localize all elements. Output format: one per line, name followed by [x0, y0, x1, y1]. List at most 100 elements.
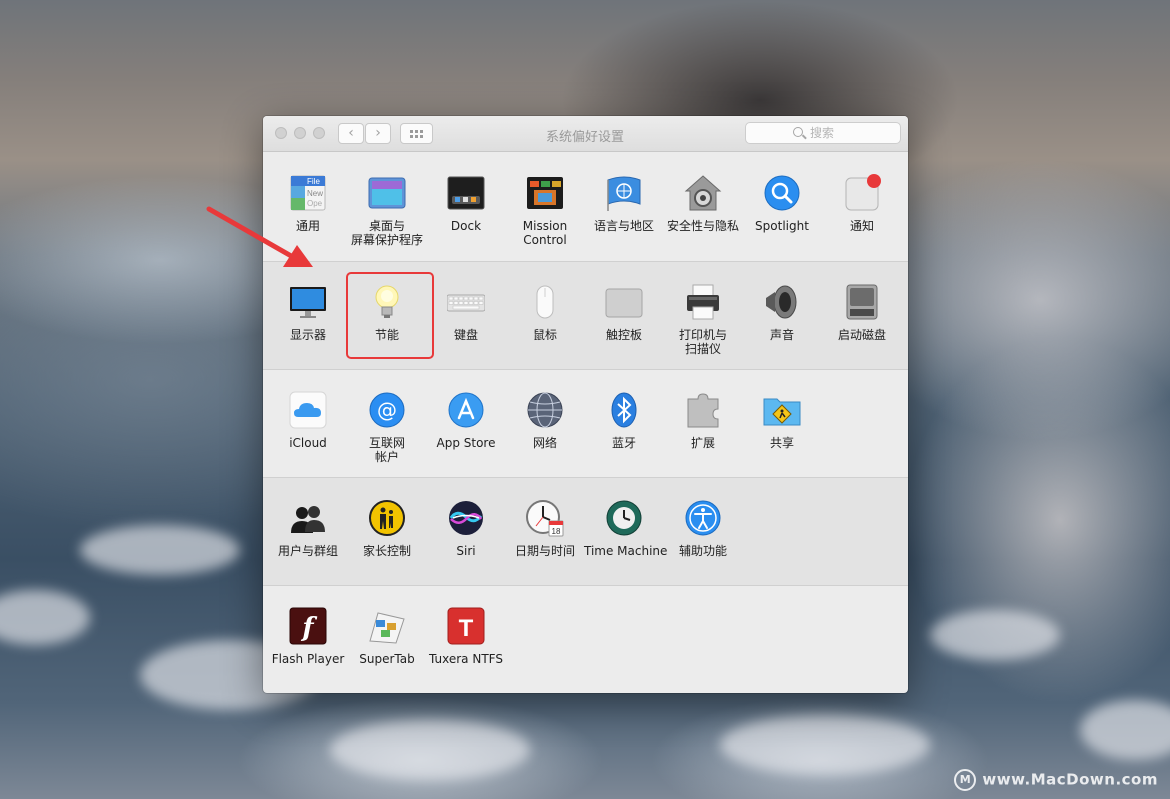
network-icon — [526, 391, 564, 429]
preferences-row-internet: iCloud @ 互联网 帐户 App Store 网络 蓝牙 扩展 共享 — [263, 369, 908, 477]
pref-bluetooth[interactable]: 蓝牙 — [584, 391, 664, 450]
dock-icon — [447, 174, 485, 212]
svg-text:File: File — [307, 177, 320, 186]
search-field[interactable]: 搜索 — [745, 122, 901, 144]
pref-internet-accounts[interactable]: @ 互联网 帐户 — [347, 391, 427, 464]
pref-displays[interactable]: 显示器 — [268, 283, 348, 342]
keyboard-icon — [446, 283, 486, 321]
pref-dock[interactable]: Dock — [426, 174, 506, 233]
window-title: 系统偏好设置 — [545, 130, 624, 145]
sharing-icon — [763, 391, 801, 429]
minimize-button[interactable] — [294, 127, 306, 139]
pref-label: 鼠标 — [532, 328, 557, 342]
pref-sound[interactable]: 声音 — [742, 283, 822, 342]
pref-users-groups[interactable]: 用户与群组 — [268, 499, 348, 558]
pref-label: 共享 — [769, 436, 794, 450]
tuxera-ntfs-icon: T — [447, 607, 485, 645]
pref-keyboard[interactable]: 键盘 — [426, 283, 506, 342]
pref-label: 辅助功能 — [678, 544, 727, 558]
pref-label: 通知 — [849, 219, 874, 233]
pref-time-machine[interactable]: Time Machine — [584, 499, 668, 558]
pref-flash-player[interactable]: f Flash Player — [268, 607, 348, 666]
pref-label: Spotlight — [755, 219, 809, 233]
search-placeholder: 搜索 — [810, 126, 835, 140]
pref-label: Dock — [450, 219, 482, 233]
background-dot — [1080, 700, 1170, 760]
time-machine-icon — [605, 499, 643, 537]
pref-label: 蓝牙 — [611, 436, 636, 450]
back-button[interactable]: ‹ — [338, 123, 364, 144]
siri-icon — [447, 499, 485, 537]
pref-label: iCloud — [289, 436, 327, 450]
app-store-icon — [447, 391, 485, 429]
svg-text:New: New — [307, 189, 323, 198]
trackpad-icon — [605, 283, 643, 321]
svg-text:18: 18 — [552, 527, 561, 536]
chevron-left-icon: ‹ — [348, 125, 354, 141]
background-dot — [930, 610, 1060, 660]
startup-disk-icon — [843, 283, 881, 321]
mission-control-icon — [526, 174, 564, 212]
search-icon — [793, 127, 803, 137]
pref-parental-controls[interactable]: 家长控制 — [347, 499, 427, 558]
pref-label: Time Machine — [584, 544, 668, 558]
svg-text:@: @ — [377, 398, 397, 422]
desktop-screensaver-icon — [368, 174, 406, 212]
show-all-button[interactable] — [400, 123, 433, 144]
pref-language-region[interactable]: 语言与地区 — [584, 174, 664, 233]
pref-label: 显示器 — [289, 328, 326, 342]
background-dot — [330, 720, 530, 780]
pref-label: App Store — [436, 436, 496, 450]
pref-date-time[interactable]: 18 日期与时间 — [505, 499, 585, 558]
pref-label: SuperTab — [359, 652, 415, 666]
pref-mouse[interactable]: 鼠标 — [505, 283, 585, 342]
pref-label: Mission — [522, 219, 568, 233]
pref-icloud[interactable]: iCloud — [268, 391, 348, 450]
pref-label: 用户与群组 — [277, 544, 338, 558]
preferences-row-other: f Flash Player SuperTab T Tuxera NTFS — [263, 585, 908, 693]
pref-label: 日期与时间 — [514, 544, 575, 558]
zoom-button[interactable] — [313, 127, 325, 139]
preferences-row-system: 用户与群组 家长控制 Siri 18 日期与时间 Time Machine 辅助… — [263, 477, 908, 585]
language-region-icon — [605, 174, 643, 212]
pref-label-line2: 扫描仪 — [684, 342, 721, 356]
pref-tuxera-ntfs[interactable]: T Tuxera NTFS — [426, 607, 506, 666]
spotlight-icon — [763, 174, 801, 212]
pref-accessibility[interactable]: 辅助功能 — [663, 499, 743, 558]
security-privacy-icon — [684, 174, 722, 212]
pref-app-store[interactable]: App Store — [426, 391, 506, 450]
pref-printers-scanners[interactable]: 打印机与 扫描仪 — [663, 283, 743, 356]
pref-mission-control[interactable]: Mission Control — [505, 174, 585, 247]
forward-button[interactable]: › — [365, 123, 391, 144]
mouse-icon — [526, 283, 564, 321]
pref-label-line2: 帐户 — [374, 450, 399, 464]
pref-siri[interactable]: Siri — [426, 499, 506, 558]
pref-spotlight[interactable]: Spotlight — [742, 174, 822, 233]
pref-label-line2: Control — [523, 233, 567, 247]
sound-icon — [763, 283, 801, 321]
pref-supertab[interactable]: SuperTab — [347, 607, 427, 666]
displays-icon — [289, 283, 327, 321]
pref-desktop-screensaver[interactable]: 桌面与 屏幕保护程序 — [347, 174, 427, 247]
pref-label: 键盘 — [453, 328, 478, 342]
pref-trackpad[interactable]: 触控板 — [584, 283, 664, 342]
pref-label: 打印机与 — [678, 328, 727, 342]
preferences-row-personal: File New Ope 通用 桌面与 屏幕保护程序 Dock Mission … — [263, 152, 908, 261]
pref-extensions[interactable]: 扩展 — [663, 391, 743, 450]
pref-network[interactable]: 网络 — [505, 391, 585, 450]
system-preferences-window: ‹ › 系统偏好设置 搜索 File New Ope 通用 桌面与 屏幕保护程序… — [263, 116, 908, 693]
bluetooth-icon — [605, 391, 643, 429]
pref-label: 触控板 — [605, 328, 642, 342]
parental-controls-icon — [368, 499, 406, 537]
icloud-icon — [289, 391, 327, 429]
pref-sharing[interactable]: 共享 — [742, 391, 822, 450]
pref-label: 语言与地区 — [593, 219, 654, 233]
notifications-icon — [843, 174, 881, 212]
printers-scanners-icon — [684, 283, 722, 321]
pref-security-privacy[interactable]: 安全性与隐私 — [663, 174, 743, 233]
pref-notifications[interactable]: 通知 — [822, 174, 902, 233]
users-groups-icon — [289, 499, 327, 537]
pref-startup-disk[interactable]: 启动磁盘 — [822, 283, 902, 342]
close-button[interactable] — [275, 127, 287, 139]
svg-text:T: T — [459, 615, 474, 642]
